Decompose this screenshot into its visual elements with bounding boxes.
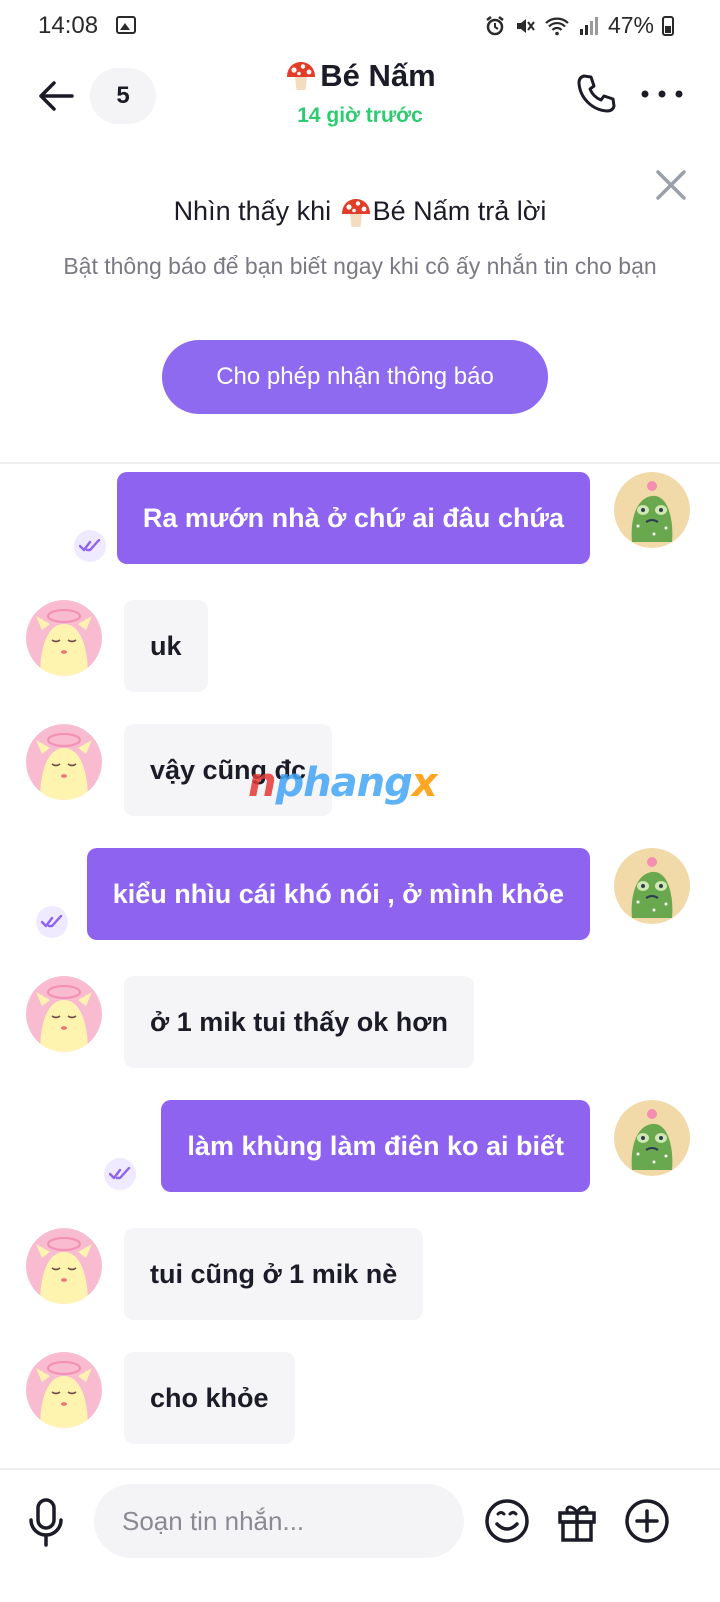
notification-title-name: Bé Nấm	[372, 196, 471, 227]
incoming-message[interactable]: cho khỏe	[124, 1352, 295, 1444]
outgoing-message[interactable]: làm khùng làm điên ko ai biết	[161, 1100, 590, 1192]
notification-title-suffix: trả lời	[470, 196, 547, 227]
allow-notifications-button[interactable]: Cho phép nhận thông báo	[162, 340, 548, 414]
contact-name-text: Bé Nấm	[320, 58, 436, 93]
cactus-avatar[interactable]	[614, 472, 690, 548]
cactus-avatar[interactable]	[614, 848, 690, 924]
contact-info[interactable]: Bé Nấm 14 giờ trước	[160, 58, 560, 128]
mushroom-emoji-icon	[341, 199, 370, 227]
back-arrow-icon[interactable]	[36, 76, 76, 116]
contact-avatar[interactable]	[26, 976, 102, 1052]
status-icons: 47%	[484, 12, 674, 39]
gallery-notification-icon	[116, 16, 136, 34]
last-seen: 14 giờ trước	[297, 104, 423, 127]
incoming-message[interactable]: uk	[124, 600, 208, 692]
gift-icon[interactable]	[554, 1498, 600, 1544]
cactus-avatar[interactable]	[614, 1100, 690, 1176]
contact-avatar[interactable]	[26, 1352, 102, 1428]
contact-avatar[interactable]	[26, 1228, 102, 1304]
read-check-icon	[104, 1158, 136, 1190]
emoji-icon[interactable]	[484, 1498, 530, 1544]
battery-percent: 47%	[607, 12, 654, 38]
outgoing-message[interactable]: Ra mướn nhà ở chứ ai đâu chứa	[116, 472, 590, 564]
chat-header: 5 Bé Nấm 14 giờ trước	[0, 52, 720, 152]
battery-icon	[662, 15, 674, 36]
read-check-icon	[36, 906, 68, 938]
message-input[interactable]	[94, 1484, 464, 1558]
notification-body: Bật thông báo để bạn biết ngay khi cô ấy…	[63, 253, 657, 279]
signal-icon	[579, 16, 598, 35]
contact-name: Bé Nấm	[284, 58, 436, 94]
outgoing-message[interactable]: kiểu nhìu cái khó nói , ở mình khỏe	[86, 848, 590, 940]
status-bar: 14:08 47%	[0, 0, 720, 52]
status-time: 14:08	[38, 12, 99, 39]
read-check-icon	[74, 530, 106, 562]
alarm-icon	[486, 15, 504, 35]
phone-call-icon[interactable]	[574, 72, 618, 116]
incoming-message[interactable]: tui cũng ở 1 mik nè	[124, 1228, 424, 1320]
more-options-icon[interactable]	[640, 82, 684, 106]
notification-title-prefix: Nhìn thấy khi	[173, 196, 339, 227]
contact-avatar[interactable]	[26, 724, 102, 800]
incoming-message[interactable]: ở 1 mik tui thấy ok hơn	[124, 976, 474, 1068]
notification-title: Nhìn thấy khi Bé Nấm trả lời	[60, 196, 660, 230]
add-attachment-icon[interactable]	[624, 1498, 670, 1544]
mushroom-emoji-icon	[287, 62, 316, 90]
unread-count-badge[interactable]: 5	[90, 68, 156, 124]
message-composer	[0, 1468, 720, 1602]
notification-prompt: Nhìn thấy khi Bé Nấm trả lời Bật thông b…	[0, 152, 720, 464]
microphone-icon[interactable]	[26, 1498, 66, 1548]
watermark-logo: nphangx	[248, 760, 438, 806]
contact-avatar[interactable]	[26, 600, 102, 676]
mute-icon	[516, 18, 535, 33]
wifi-icon	[545, 17, 569, 35]
